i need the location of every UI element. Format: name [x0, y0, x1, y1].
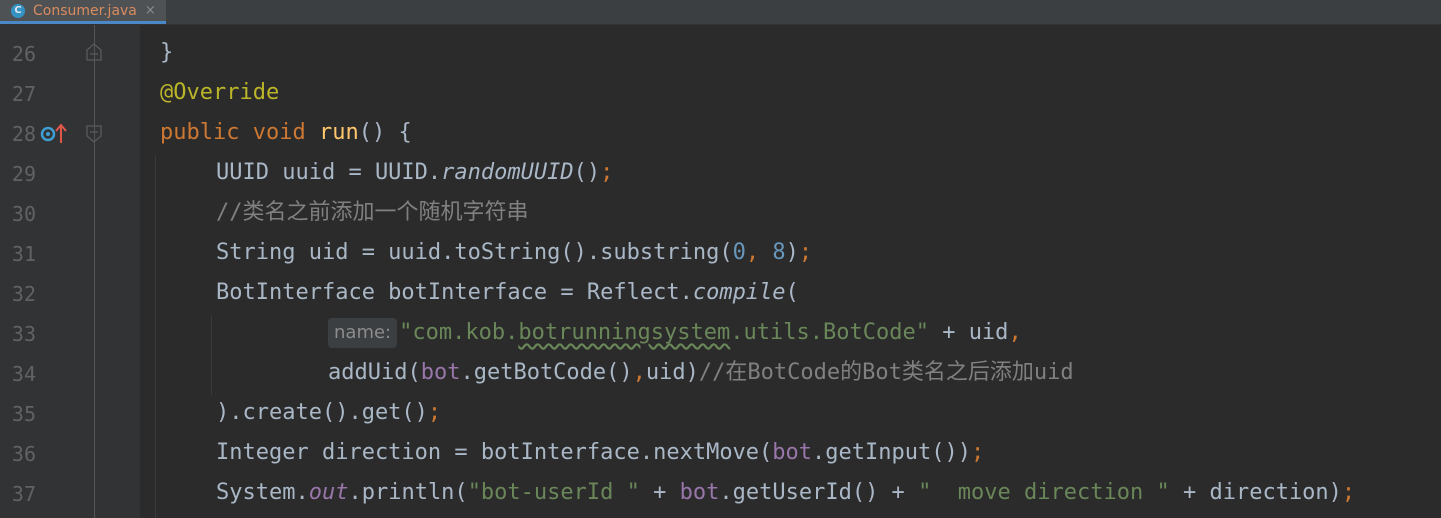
- code-line-27: @Override: [160, 80, 280, 105]
- code-line-29: UUID uuid = UUID.randomUUID();: [216, 160, 614, 185]
- tab-filename: Consumer.java: [33, 2, 137, 19]
- line-number: 28: [11, 122, 36, 146]
- line-number: 35: [11, 402, 36, 426]
- line-number: 30: [11, 202, 36, 226]
- code-line-33: name: "com.kob.botrunningsystem.utils.Bot…: [328, 313, 1022, 353]
- code-editor[interactable]: } @Override public void run() { UUID uui…: [140, 25, 1441, 518]
- code-line-35: ).create().get();: [216, 400, 442, 425]
- code-line-28: public void run() {: [160, 120, 412, 145]
- implements-method-icon[interactable]: [40, 123, 68, 145]
- line-number: 29: [11, 162, 36, 186]
- line-number-gutter: 26 27 28 29 30 31 32 33 34 35 36 37: [0, 25, 140, 518]
- editor-tab-bar: C Consumer.java ×: [0, 0, 1441, 25]
- line-number: 33: [11, 322, 36, 346]
- line-number: 32: [11, 282, 36, 306]
- indent-guide: [211, 315, 212, 395]
- java-class-icon: C: [11, 3, 25, 18]
- line-number: 27: [11, 82, 36, 106]
- tab-consumer-java[interactable]: C Consumer.java ×: [0, 0, 166, 24]
- code-line-36: Integer direction = botInterface.nextMov…: [216, 440, 985, 465]
- gutter-separator: [94, 25, 95, 518]
- code-line-31: String uid = uuid.toString().substring(0…: [216, 240, 813, 265]
- indent-guide: [155, 155, 156, 518]
- typo-underline: botrunningsystem: [518, 320, 731, 345]
- line-number: 36: [11, 442, 36, 466]
- close-icon[interactable]: ×: [145, 3, 156, 18]
- code-line-30: //类名之前添加一个随机字符串: [216, 200, 529, 225]
- code-line-32: BotInterface botInterface = Reflect.comp…: [216, 280, 799, 305]
- code-line-26: }: [160, 40, 174, 65]
- line-number: 31: [11, 242, 36, 266]
- line-number: 34: [11, 362, 36, 386]
- parameter-hint: name:: [328, 318, 398, 348]
- code-line-37: System.out.println("bot-userId " + bot.g…: [216, 480, 1356, 505]
- line-number: 37: [11, 482, 36, 506]
- line-number: 26: [11, 42, 36, 66]
- code-line-34: addUid(bot.getBotCode(),uid)//在BotCode的B…: [328, 360, 1074, 385]
